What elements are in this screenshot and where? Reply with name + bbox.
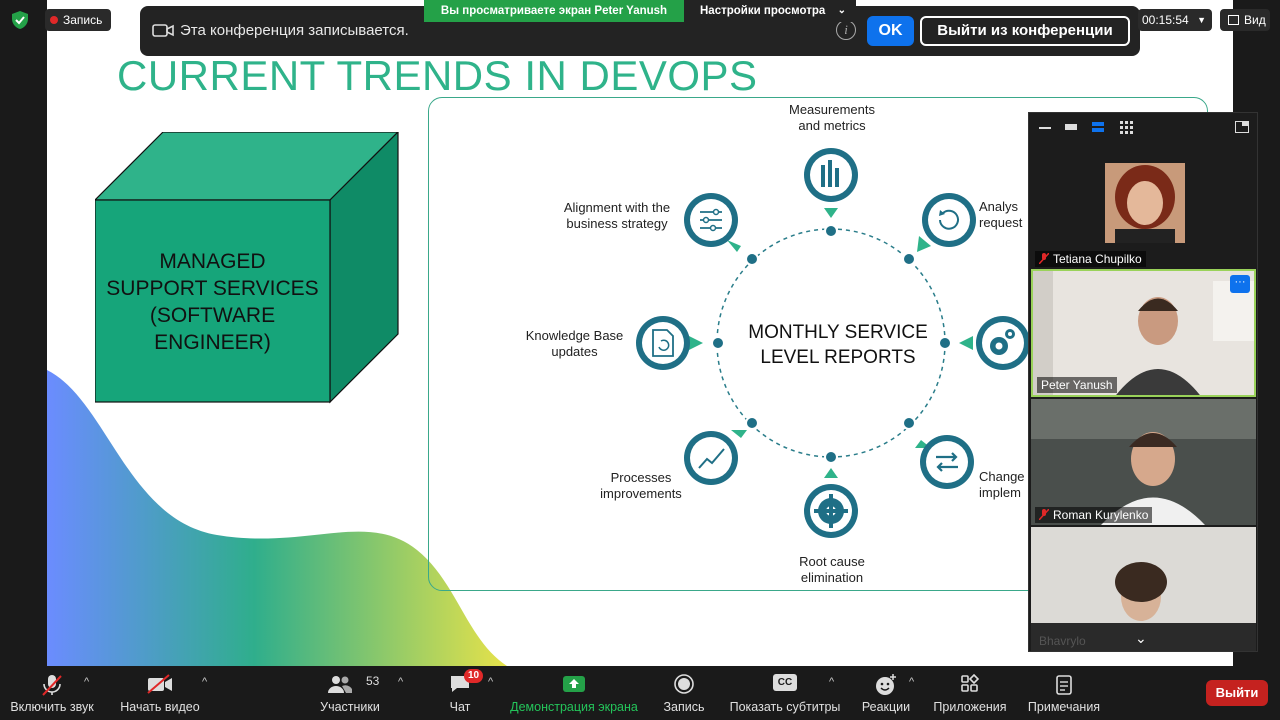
chat-button[interactable]: 10 Чат xyxy=(430,666,490,720)
measurements-icon xyxy=(804,148,858,218)
alignment-icon xyxy=(684,193,741,252)
view-options-dropdown[interactable]: Настройки просмотра ⌄ xyxy=(684,0,856,22)
participant-tile[interactable]: Tetiana Chupilko xyxy=(1031,143,1256,269)
participants-label: Участники xyxy=(320,700,380,714)
analysis-icon xyxy=(917,193,976,252)
captions-options-caret[interactable]: ^ xyxy=(829,676,834,688)
participant-tile[interactable]: Bhavrylo ⌄ xyxy=(1031,527,1256,651)
chat-label: Чат xyxy=(449,700,471,714)
ok-button[interactable]: OK xyxy=(867,16,914,46)
recording-indicator[interactable]: Запись xyxy=(45,9,111,31)
panel-controls xyxy=(1029,113,1259,141)
participants-button[interactable]: 53 Участники xyxy=(310,666,390,720)
scroll-down-icon[interactable]: ⌄ xyxy=(1135,630,1147,647)
camera-icon xyxy=(152,24,174,37)
grid-view-icon xyxy=(1228,15,1239,25)
chat-unread-badge: 10 xyxy=(464,669,484,683)
screen-share-banner: Вы просматриваете экран Peter Yanush xyxy=(424,0,684,22)
reactions-options-caret[interactable]: ^ xyxy=(909,676,914,688)
info-icon[interactable]: i xyxy=(836,20,856,40)
participant-name: Bhavrylo xyxy=(1039,634,1086,648)
participants-icon xyxy=(328,676,352,693)
meeting-toolbar: Включить звук ^ Начать видео ^ 53 Участн… xyxy=(0,666,1280,720)
share-screen-button[interactable]: Демонстрация экрана xyxy=(508,666,640,720)
muted-mic-icon xyxy=(42,675,62,696)
participant-tile-active[interactable]: ··· Peter Yanush xyxy=(1031,269,1256,397)
label-measurements: Measurements and metrics xyxy=(789,102,875,133)
captions-label: Показать субтитры xyxy=(729,700,841,714)
knowledge-base-icon xyxy=(636,316,703,370)
reactions-label: Реакции xyxy=(861,700,911,714)
chat-options-caret[interactable]: ^ xyxy=(488,676,493,688)
video-options-caret[interactable]: ^ xyxy=(202,676,207,688)
participant-name: Tetiana Chupilko xyxy=(1035,251,1146,267)
participants-count: 53 xyxy=(366,674,380,688)
view-label: Вид xyxy=(1244,13,1266,27)
root-cause-icon xyxy=(804,468,858,538)
thumbnail-view-icon[interactable] xyxy=(1065,121,1077,133)
leave-meeting-button[interactable]: Выйти из конференции xyxy=(920,16,1130,46)
start-video-label: Начать видео xyxy=(120,700,200,714)
notes-icon xyxy=(1056,675,1072,695)
recording-dot-icon xyxy=(50,16,58,24)
participants-video-panel: Tetiana Chupilko ··· Peter Yanush Roman … xyxy=(1028,112,1258,652)
captions-button[interactable]: CC Показать субтитры xyxy=(728,666,842,720)
muted-mic-icon xyxy=(1039,253,1049,264)
muted-mic-icon xyxy=(1039,509,1049,520)
minimize-icon[interactable] xyxy=(1039,121,1051,133)
timer-value: 00:15:54 xyxy=(1142,13,1189,27)
view-options-label: Настройки просмотра xyxy=(700,5,826,17)
notes-label: Примечания xyxy=(1027,700,1101,714)
participant-name: Peter Yanush xyxy=(1037,377,1117,393)
caret-down-icon: ▼ xyxy=(1197,15,1206,25)
share-screen-icon xyxy=(563,676,585,692)
security-shield-icon[interactable] xyxy=(10,10,30,30)
notice-text: Эта конференция записывается. xyxy=(180,22,409,39)
start-video-button[interactable]: Начать видео xyxy=(112,666,208,720)
change-icon xyxy=(915,435,974,489)
leave-button[interactable]: Выйти xyxy=(1206,680,1268,706)
reactions-icon xyxy=(876,674,896,695)
reactions-button[interactable]: Реакции xyxy=(856,666,916,720)
recording-label: Запись xyxy=(63,13,103,27)
notes-button[interactable]: Примечания xyxy=(1024,666,1104,720)
closed-captions-icon: CC xyxy=(773,674,797,691)
label-root-cause: Root cause elimination xyxy=(799,554,865,585)
apps-button[interactable]: Приложения xyxy=(930,666,1010,720)
record-label: Запись xyxy=(663,700,705,714)
participant-photo xyxy=(1105,163,1185,243)
label-processes: Processes improvements xyxy=(600,470,682,501)
center-title: MONTHLY SERVICE LEVEL REPORTS xyxy=(748,322,928,368)
view-button[interactable]: Вид xyxy=(1220,9,1270,31)
record-icon xyxy=(674,674,694,694)
more-options-button[interactable]: ··· xyxy=(1230,275,1250,293)
share-screen-label: Демонстрация экрана xyxy=(510,700,638,714)
participants-options-caret[interactable]: ^ xyxy=(398,676,403,688)
unmute-label: Включить звук xyxy=(10,700,94,714)
strip-view-icon[interactable] xyxy=(1092,121,1104,133)
popout-icon[interactable] xyxy=(1235,121,1249,133)
participant-name: Roman Kurylenko xyxy=(1035,507,1153,523)
participant-tile[interactable]: Roman Kurylenko xyxy=(1031,399,1256,525)
label-alignment: Alignment with the business strategy xyxy=(563,200,671,231)
unmute-button[interactable]: Включить звук xyxy=(4,666,100,720)
record-button[interactable]: Запись xyxy=(654,666,714,720)
gallery-view-icon[interactable] xyxy=(1120,121,1134,135)
label-knowledge: Knowledge Base updates xyxy=(525,328,624,359)
audio-options-caret[interactable]: ^ xyxy=(84,676,89,688)
settings-icon xyxy=(959,316,1030,370)
apps-label: Приложения xyxy=(933,700,1007,714)
meeting-timer[interactable]: 00:15:54 ▼ xyxy=(1138,9,1212,31)
chevron-down-icon: ⌄ xyxy=(837,5,846,16)
video-off-icon xyxy=(147,674,172,694)
apps-icon xyxy=(961,674,980,692)
